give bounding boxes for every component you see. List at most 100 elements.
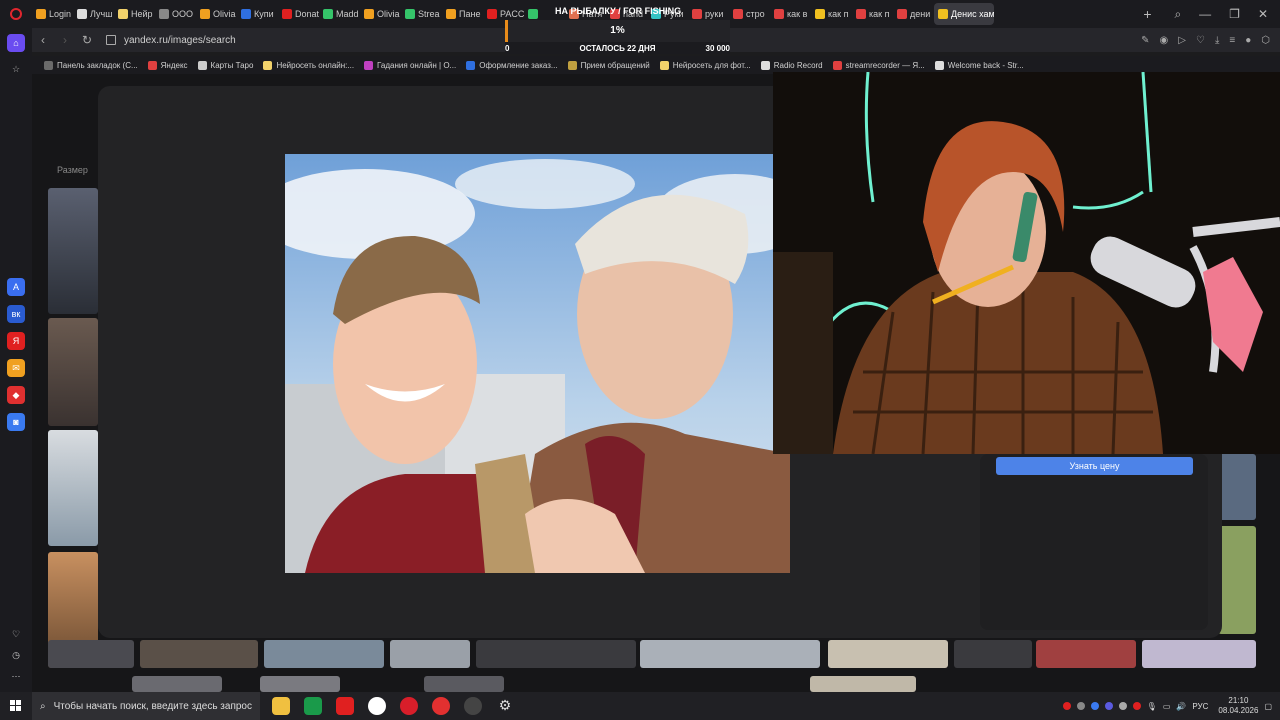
thumbnail[interactable] xyxy=(1142,640,1256,668)
bookmark-item[interactable]: Оформление заказ... xyxy=(466,60,558,70)
tab-1[interactable]: Лучш xyxy=(73,3,114,25)
maximize-button[interactable]: ❐ xyxy=(1229,7,1240,22)
check-price-button[interactable]: Узнать цену xyxy=(996,457,1193,475)
market-icon[interactable]: ◆ xyxy=(7,386,25,404)
clock[interactable]: 21:10 08.04.2026 xyxy=(1214,696,1258,716)
obs-icon[interactable] xyxy=(464,697,482,715)
edit-icon[interactable]: ✎ xyxy=(1141,35,1149,46)
opera-gx-icon[interactable] xyxy=(432,697,450,715)
start-button[interactable] xyxy=(0,700,32,712)
extension-icon[interactable]: ⬡ xyxy=(1261,35,1270,46)
history-icon[interactable]: ◷ xyxy=(7,646,25,664)
tab-9[interactable]: Strea xyxy=(401,3,442,25)
tab-5[interactable]: Купи xyxy=(237,3,278,25)
thumbnail[interactable] xyxy=(48,430,98,546)
tab-22[interactable]: Денис хам xyxy=(934,3,994,25)
bookmark-item[interactable]: Гадания онлайн | О... xyxy=(364,60,456,70)
new-tab-button[interactable]: + xyxy=(1136,6,1158,22)
forward-button[interactable]: › xyxy=(54,33,76,47)
tab-10[interactable]: Пане xyxy=(442,3,483,25)
yandex-icon[interactable] xyxy=(368,697,386,715)
back-button[interactable]: ‹ xyxy=(32,33,54,47)
download-icon[interactable]: ⤓ xyxy=(1215,35,1219,46)
mail-icon[interactable]: ✉ xyxy=(7,359,25,377)
thumbnail[interactable] xyxy=(1036,640,1136,668)
tab-21[interactable]: дени xyxy=(893,3,934,25)
thumbnail[interactable] xyxy=(260,676,340,692)
thumbnail[interactable] xyxy=(640,640,820,668)
thumbnail[interactable] xyxy=(140,640,258,668)
tab-3[interactable]: ООО xyxy=(155,3,196,25)
discord-tray-icon[interactable] xyxy=(1104,702,1113,710)
viewed-image[interactable] xyxy=(285,154,790,573)
bookmark-item[interactable]: Welcome back - Str... xyxy=(934,60,1024,70)
tab-4[interactable]: Olivia xyxy=(196,3,237,25)
thumbnail[interactable] xyxy=(132,676,222,692)
store-icon[interactable] xyxy=(304,697,322,715)
url-field[interactable]: yandex.ru/images/search xyxy=(124,35,236,46)
yandex-tray-icon[interactable] xyxy=(1062,702,1071,710)
tab-18[interactable]: как в xyxy=(770,3,811,25)
thumbnail[interactable] xyxy=(48,318,98,426)
tab-19[interactable]: как п xyxy=(811,3,852,25)
bookmark-item[interactable]: Нейросеть для фот... xyxy=(659,60,751,70)
vk-icon[interactable]: вк xyxy=(7,305,25,323)
language-indicator[interactable]: РУС xyxy=(1192,702,1208,711)
heart-icon[interactable]: ♡ xyxy=(7,625,25,643)
tab-0[interactable]: Login xyxy=(32,3,73,25)
opera-icon[interactable] xyxy=(400,697,418,715)
thumbnail[interactable] xyxy=(1218,526,1256,634)
tab-17[interactable]: стро xyxy=(729,3,770,25)
tab-8[interactable]: Olivia xyxy=(360,3,401,25)
yandex-tray-icon-2[interactable] xyxy=(1132,702,1141,710)
yandex-browser-icon[interactable] xyxy=(336,697,354,715)
play-icon[interactable]: ▷ xyxy=(1178,35,1186,46)
bookmark-item[interactable]: Radio Record xyxy=(760,60,823,70)
tab-2[interactable]: Нейр xyxy=(114,3,155,25)
reload-button[interactable]: ↻ xyxy=(76,33,98,47)
bookmark-item[interactable]: Прием обращений xyxy=(567,60,650,70)
thumbnail[interactable] xyxy=(828,640,948,668)
thumbnail[interactable] xyxy=(264,640,384,668)
thumbnail[interactable] xyxy=(390,640,470,668)
bluetooth-icon[interactable] xyxy=(1090,702,1099,710)
thumbnail[interactable] xyxy=(954,640,1032,668)
thumbnail[interactable] xyxy=(476,640,636,668)
opera-menu-button[interactable] xyxy=(0,0,32,28)
notifications-icon[interactable]: ▢ xyxy=(1264,702,1272,711)
file-explorer-icon[interactable] xyxy=(272,697,290,715)
thumbnail[interactable] xyxy=(48,188,98,314)
thumbnail[interactable] xyxy=(810,676,916,692)
tray-app-icon[interactable] xyxy=(1118,702,1127,710)
close-button[interactable]: ✕ xyxy=(1258,7,1268,22)
bookmark-item[interactable]: streamrecorder — Я... xyxy=(832,60,925,70)
bookmark-item[interactable]: Панель закладок (С... xyxy=(44,60,138,70)
camera-icon[interactable]: ◉ xyxy=(1160,35,1169,46)
menu-icon[interactable]: ≡ xyxy=(1229,35,1235,46)
bookmark-heart-icon[interactable]: ♡ xyxy=(1196,35,1205,46)
thumbnail[interactable] xyxy=(1218,454,1256,520)
home-icon[interactable]: ⌂ xyxy=(7,34,25,52)
tab-20[interactable]: как п xyxy=(852,3,893,25)
microphone-icon[interactable]: 🎙 xyxy=(1147,702,1157,711)
star-icon[interactable]: ☆ xyxy=(7,60,25,78)
network-icon[interactable]: ▭ xyxy=(1163,702,1171,711)
messenger-icon[interactable]: ◙ xyxy=(7,413,25,431)
search-tabs-icon[interactable]: ⌕ xyxy=(1174,7,1181,22)
thumbnail[interactable] xyxy=(424,676,504,692)
size-filter[interactable]: Размер xyxy=(57,165,88,175)
minimize-button[interactable]: — xyxy=(1199,7,1211,22)
volume-icon[interactable]: 🔊 xyxy=(1176,702,1186,711)
steam-tray-icon[interactable] xyxy=(1076,702,1085,710)
bookmark-item[interactable]: Карты Таро xyxy=(197,60,253,70)
taskbar-search[interactable]: ⌕ Чтобы начать поиск, введите здесь запр… xyxy=(32,692,260,720)
more-icon[interactable]: ⋯ xyxy=(7,667,25,685)
tab-7[interactable]: Madd xyxy=(319,3,360,25)
tab-6[interactable]: Donat xyxy=(278,3,319,25)
bookmark-item[interactable]: Нейросеть онлайн:... xyxy=(263,60,354,70)
bookmark-item[interactable]: Яндекс xyxy=(147,60,188,70)
yandex-icon[interactable]: Я xyxy=(7,332,25,350)
profile-icon[interactable]: ● xyxy=(1245,35,1251,46)
thumbnail[interactable] xyxy=(48,640,134,668)
app-store-icon[interactable]: A xyxy=(7,278,25,296)
